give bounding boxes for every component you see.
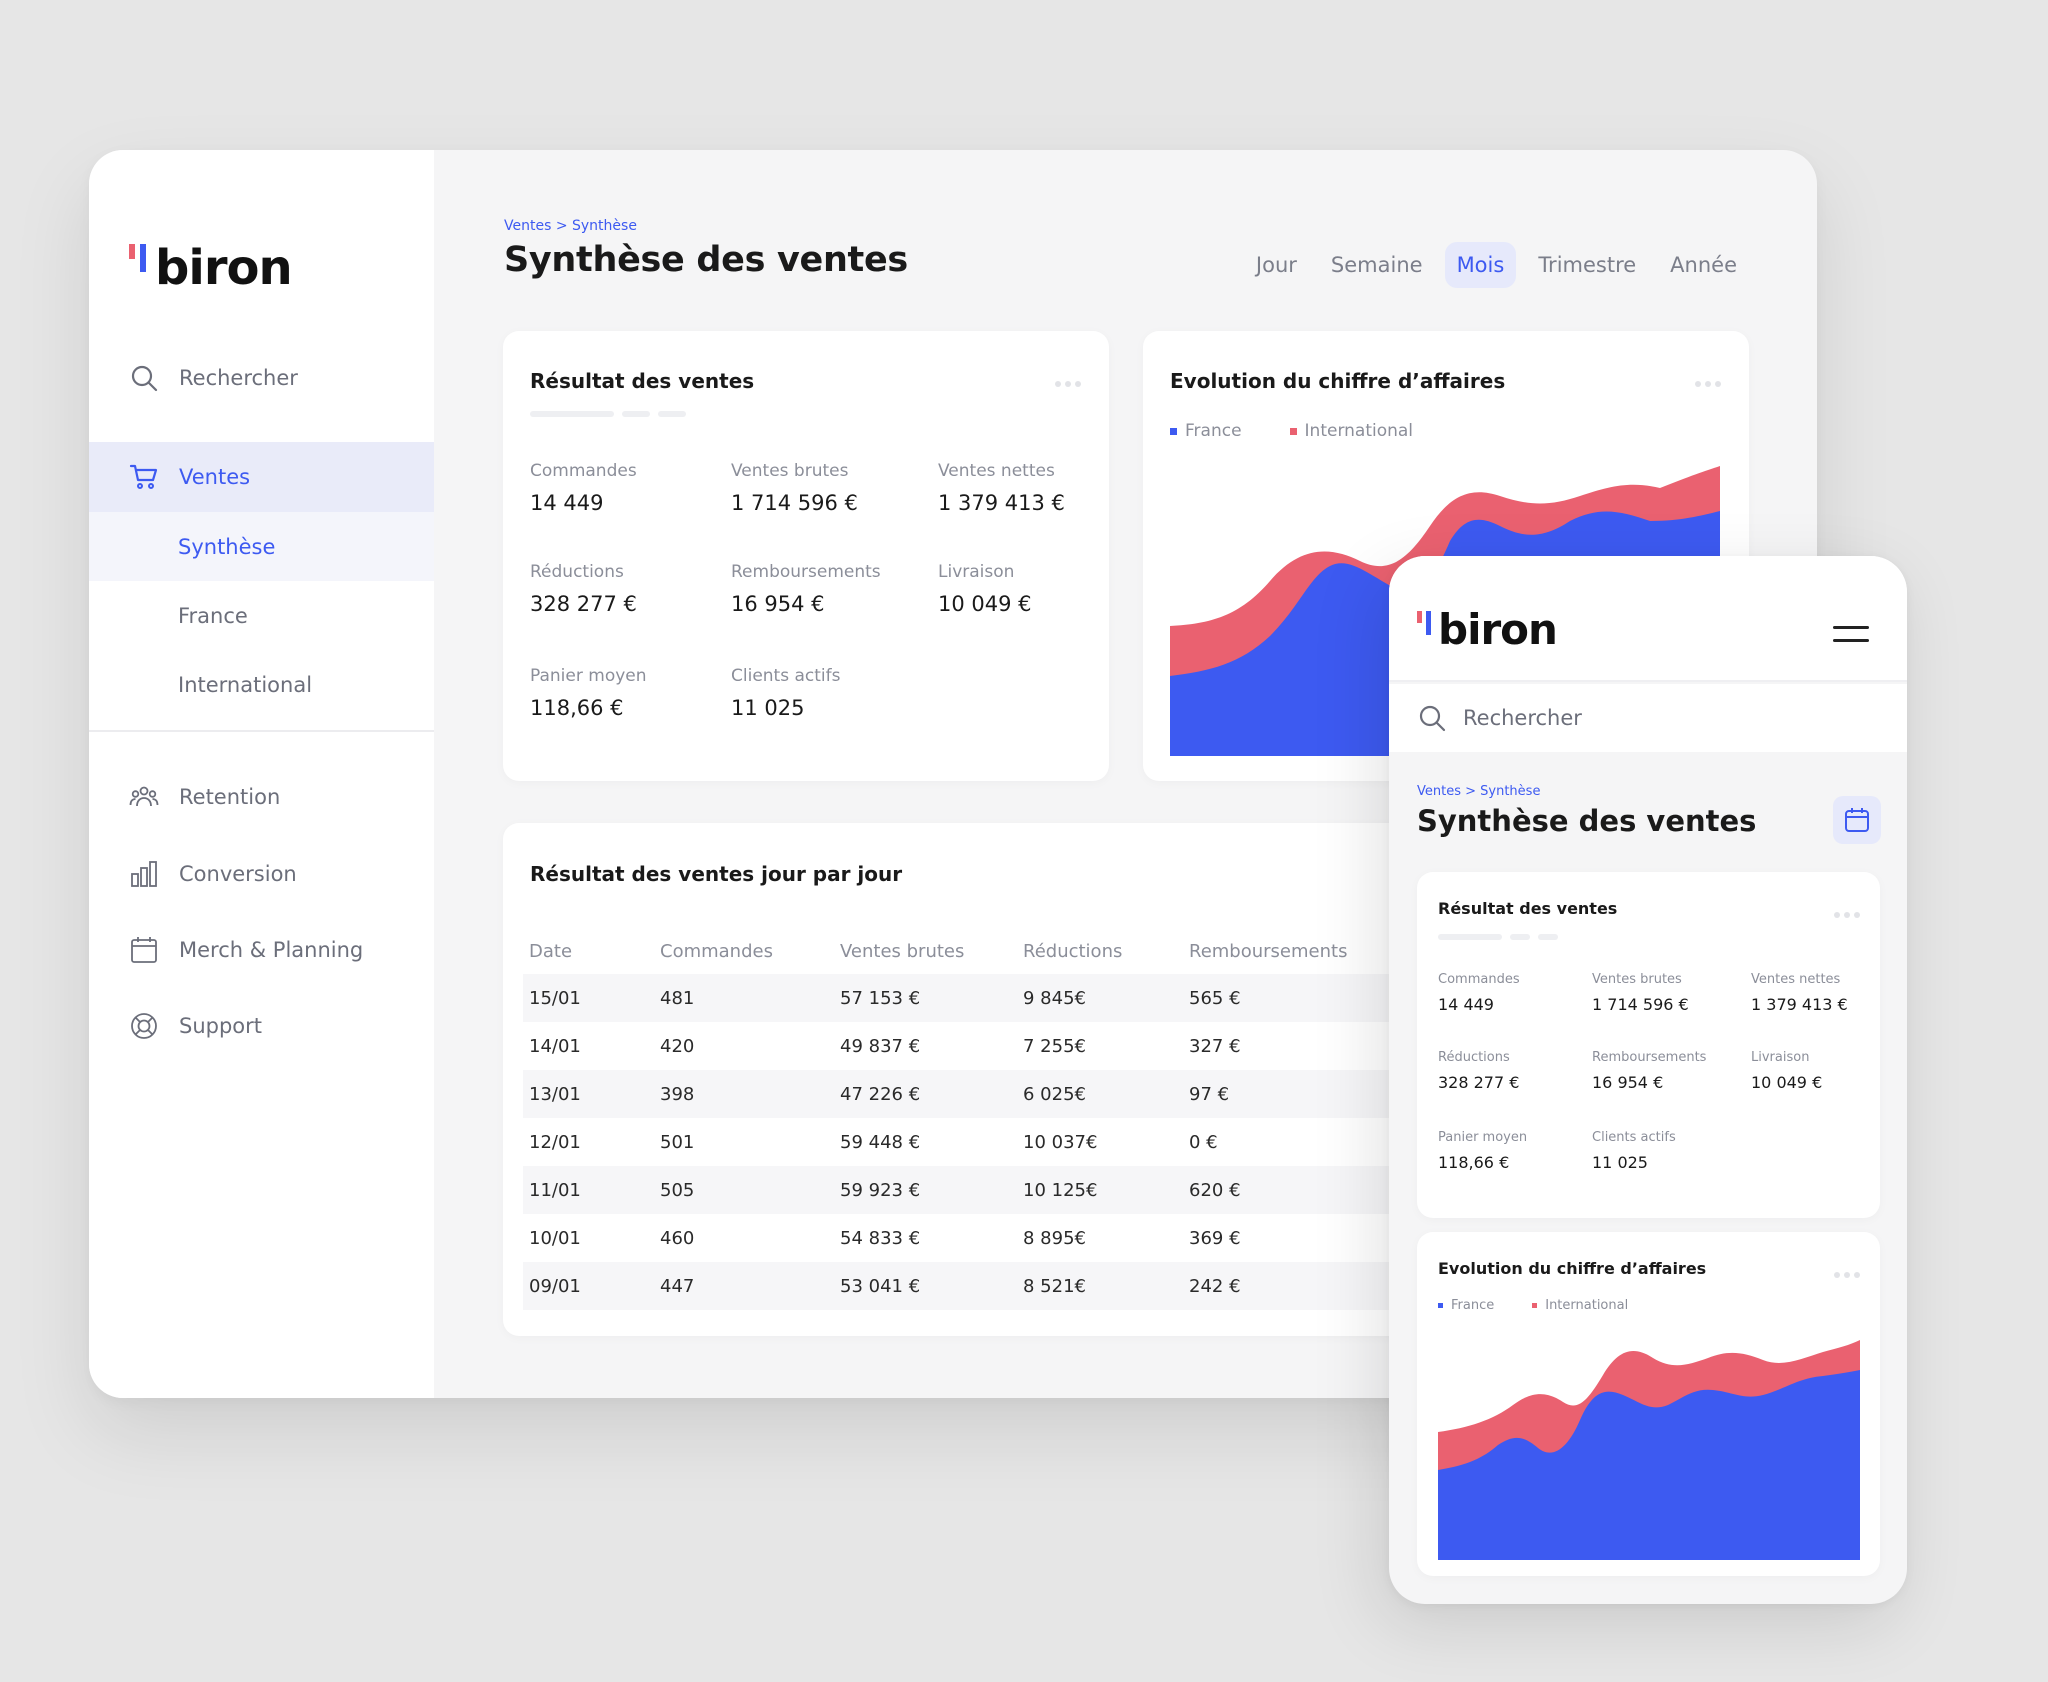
card-title: Evolution du chiffre d’affaires — [1170, 369, 1506, 393]
card-title: Résultat des ventes — [1438, 899, 1618, 918]
sidebar-item-ventes[interactable]: Ventes — [89, 442, 434, 512]
cart-icon — [129, 462, 159, 492]
card-tab-indicator — [530, 411, 686, 417]
col-date[interactable]: Date — [523, 928, 654, 974]
card-title: Résultat des ventes — [530, 369, 755, 393]
menu-icon[interactable] — [1833, 626, 1869, 642]
sales-summary-card: Résultat des ventes Commandes 14 449 Vent… — [1417, 872, 1880, 1218]
legend-international: International — [1289, 421, 1413, 441]
sidebar-item-retention[interactable]: Retention — [89, 762, 434, 832]
page-title: Synthèse des ventes — [504, 240, 908, 280]
breadcrumb[interactable]: Ventes > Synthèse — [1417, 784, 1540, 799]
sidebar-subitem-france[interactable]: France — [89, 581, 434, 650]
period-mois[interactable]: Mois — [1444, 242, 1517, 288]
breadcrumb[interactable]: Ventes > Synthèse — [504, 218, 637, 234]
logo: biron — [129, 236, 293, 292]
metric-livraison: Livraison 10 049 € — [938, 562, 1032, 616]
revenue-chart-card: Evolution du chiffre d’affaires France I… — [1417, 1232, 1880, 1576]
legend-france: France — [1170, 421, 1242, 441]
metric-reductions: Réductions 328 277 € — [1438, 1050, 1520, 1092]
metric-reductions: Réductions 328 277 € — [530, 562, 637, 616]
legend-international: International — [1532, 1298, 1628, 1313]
sidebar-divider — [89, 730, 434, 732]
card-tab-indicator — [1438, 934, 1558, 940]
users-icon — [129, 782, 159, 812]
chart-legend: France International — [1170, 421, 1413, 441]
card-title: Résultat des ventes jour par jour — [530, 862, 903, 886]
metric-clients-actifs: Clients actifs 11 025 — [731, 666, 841, 720]
metric-ventes-nettes: Ventes nettes 1 379 413 € — [938, 461, 1065, 515]
metric-ventes-brutes: Ventes brutes 1 714 596 € — [1592, 972, 1689, 1014]
chart-legend: France International — [1438, 1298, 1628, 1313]
metric-panier-moyen: Panier moyen 118,66 € — [530, 666, 647, 720]
sidebar-item-conversion[interactable]: Conversion — [89, 839, 434, 909]
sidebar-search[interactable]: Rechercher — [129, 356, 298, 400]
calendar-icon — [1845, 808, 1869, 832]
period-semaine[interactable]: Semaine — [1319, 242, 1435, 288]
calendar-icon — [129, 935, 159, 965]
metric-commandes: Commandes 14 449 — [530, 461, 637, 515]
logo: biron — [1417, 608, 1558, 652]
metric-livraison: Livraison 10 049 € — [1751, 1050, 1823, 1092]
sidebar: biron Rechercher Ventes Synthèse France … — [89, 150, 434, 1398]
sidebar-item-support[interactable]: Support — [89, 991, 434, 1061]
more-options-icon[interactable] — [1834, 1272, 1860, 1278]
legend-france: France — [1438, 1298, 1494, 1313]
mobile-search[interactable]: Rechercher — [1389, 684, 1907, 752]
calendar-button[interactable] — [1833, 796, 1881, 844]
sidebar-item-merch-planning[interactable]: Merch & Planning — [89, 915, 434, 985]
lifebuoy-icon — [129, 1011, 159, 1041]
col-commandes[interactable]: Commandes — [654, 928, 834, 974]
sales-summary-card: Résultat des ventes Commandes 14 449 Vent… — [503, 331, 1109, 781]
page-title: Synthèse des ventes — [1417, 804, 1757, 838]
bar-chart-icon — [129, 859, 159, 889]
metric-ventes-brutes: Ventes brutes 1 714 596 € — [731, 461, 858, 515]
col-ventes-brutes[interactable]: Ventes brutes — [834, 928, 1017, 974]
search-icon — [129, 363, 159, 393]
metric-remboursements: Remboursements 16 954 € — [731, 562, 881, 616]
period-trimestre[interactable]: Trimestre — [1526, 242, 1648, 288]
mobile-window: biron Rechercher Ventes > Synthèse Synth… — [1389, 556, 1907, 1604]
metric-panier-moyen: Panier moyen 118,66 € — [1438, 1130, 1528, 1172]
card-title: Evolution du chiffre d’affaires — [1438, 1259, 1707, 1278]
metric-clients-actifs: Clients actifs 11 025 — [1592, 1130, 1676, 1172]
more-options-icon[interactable] — [1055, 381, 1081, 387]
search-icon — [1417, 703, 1447, 733]
metric-commandes: Commandes 14 449 — [1438, 972, 1520, 1014]
metric-remboursements: Remboursements 16 954 € — [1592, 1050, 1707, 1092]
period-selector: Jour Semaine Mois Trimestre Année — [1244, 242, 1749, 288]
period-annee[interactable]: Année — [1658, 242, 1749, 288]
more-options-icon[interactable] — [1695, 381, 1721, 387]
mobile-header: biron — [1389, 556, 1907, 682]
metric-ventes-nettes: Ventes nettes 1 379 413 € — [1751, 972, 1848, 1014]
sidebar-subitem-synthese[interactable]: Synthèse — [89, 512, 434, 581]
revenue-area-chart — [1438, 1340, 1860, 1560]
period-jour[interactable]: Jour — [1244, 242, 1309, 288]
col-reductions[interactable]: Réductions — [1017, 928, 1183, 974]
more-options-icon[interactable] — [1834, 912, 1860, 918]
sidebar-subitem-international[interactable]: International — [89, 650, 434, 719]
